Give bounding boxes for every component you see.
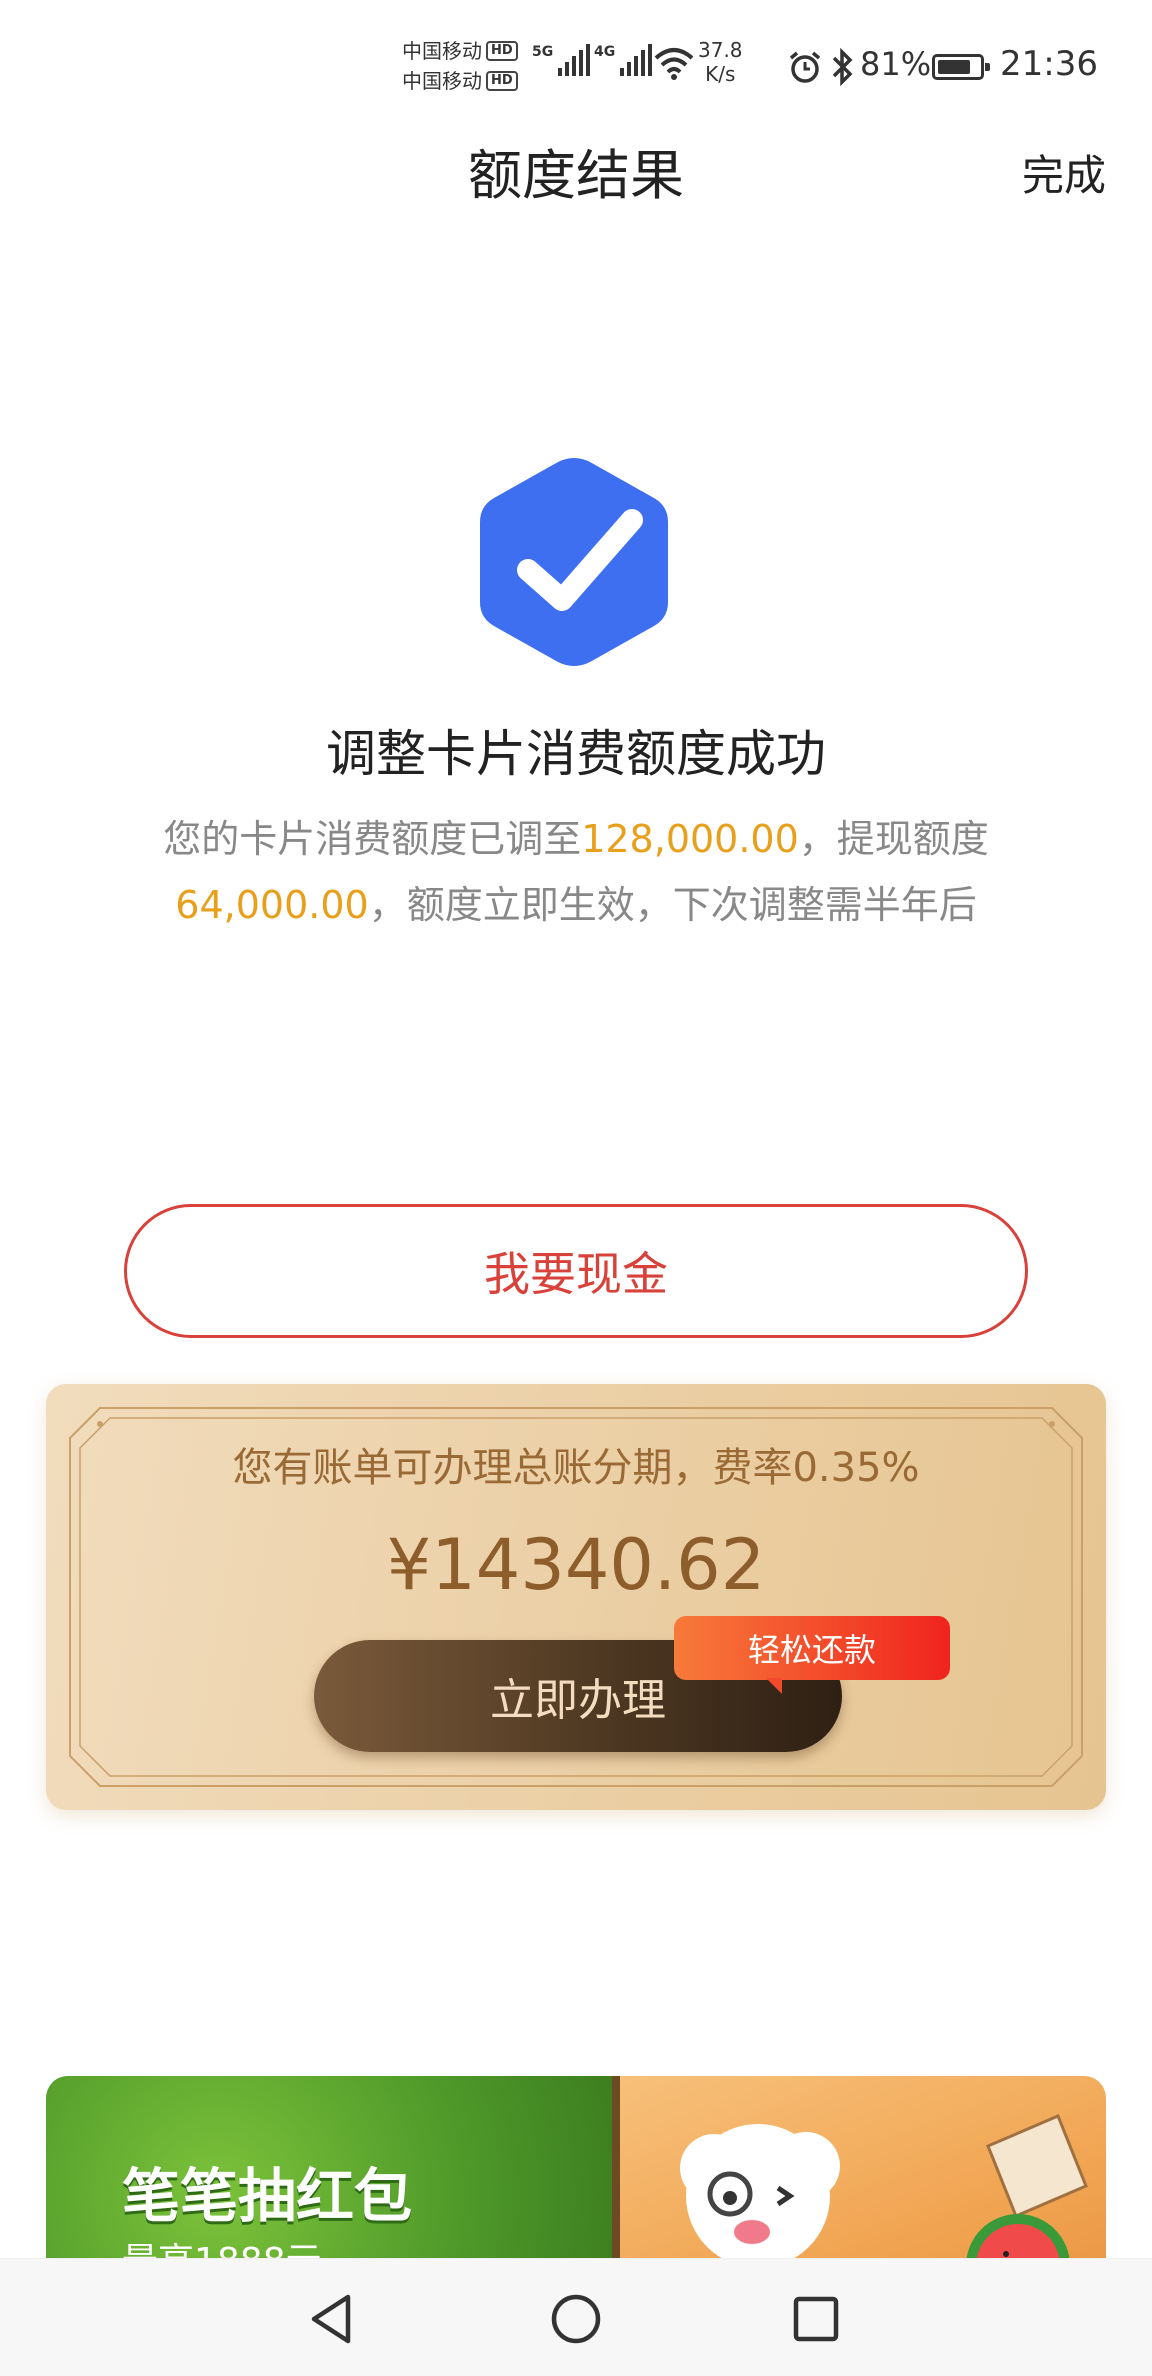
battery-percent: 81% bbox=[860, 45, 932, 83]
cash-limit-value: 64,000.00 bbox=[175, 883, 369, 927]
get-cash-button[interactable]: 我要现金 bbox=[124, 1204, 1028, 1338]
desc-part-1: 您的卡片消费额度已调至 bbox=[163, 817, 582, 861]
success-title: 调整卡片消费额度成功 bbox=[326, 725, 826, 783]
installment-card: 您有账单可办理总账分期，费率0.35% ¥14340.62 立即办理 轻松还款 bbox=[46, 1384, 1106, 1810]
success-check-icon bbox=[480, 458, 668, 666]
bluetooth-icon bbox=[832, 48, 853, 86]
recent-apps-icon[interactable] bbox=[786, 2289, 846, 2349]
success-description: 您的卡片消费额度已调至128,000.00，提现额度 64,000.00，额度立即… bbox=[150, 806, 1002, 938]
banner-title: 笔笔抽红包 bbox=[122, 2162, 413, 2230]
consumption-limit-value: 128,000.00 bbox=[581, 817, 799, 861]
installment-offer-text: 您有账单可办理总账分期，费率0.35% bbox=[232, 1445, 920, 1491]
tag-tail bbox=[766, 1678, 782, 1694]
desc-part-2: ，提现额度 bbox=[798, 817, 989, 861]
page-title: 额度结果 bbox=[468, 144, 684, 207]
hd-badge: HD bbox=[486, 71, 518, 91]
signal-5g-icon: 5G bbox=[532, 44, 591, 76]
hd-badge: HD bbox=[486, 41, 518, 61]
wifi-icon bbox=[654, 48, 694, 80]
home-icon[interactable] bbox=[546, 2289, 606, 2349]
status-bar: 中国移动 HD 中国移动 HD 5G 4G 37.8 K/s 81% 21:36 bbox=[0, 0, 1152, 130]
clock-time: 21:36 bbox=[1000, 44, 1098, 84]
carrier-info: 中国移动 HD 中国移动 HD bbox=[402, 36, 518, 96]
credit-limit-result-page: 中国移动 HD 中国移动 HD 5G 4G 37.8 K/s 81% 21:36… bbox=[0, 0, 1152, 2376]
desc-part-3: ，额度立即生效，下次调整需半年后 bbox=[368, 883, 977, 927]
signal-4g-icon: 4G bbox=[594, 44, 653, 76]
carrier-1-label: 中国移动 bbox=[402, 39, 482, 63]
network-speed: 37.8 K/s bbox=[698, 38, 743, 86]
done-button[interactable]: 完成 bbox=[1022, 146, 1106, 206]
alarm-clock-icon bbox=[789, 51, 821, 83]
back-icon[interactable] bbox=[304, 2289, 364, 2349]
carrier-2-label: 中国移动 bbox=[402, 69, 482, 93]
installment-amount: ¥14340.62 bbox=[386, 1524, 766, 1606]
system-navigation-bar bbox=[0, 2258, 1152, 2376]
easy-repay-tag: 轻松还款 bbox=[674, 1616, 950, 1680]
battery-icon bbox=[932, 54, 990, 80]
